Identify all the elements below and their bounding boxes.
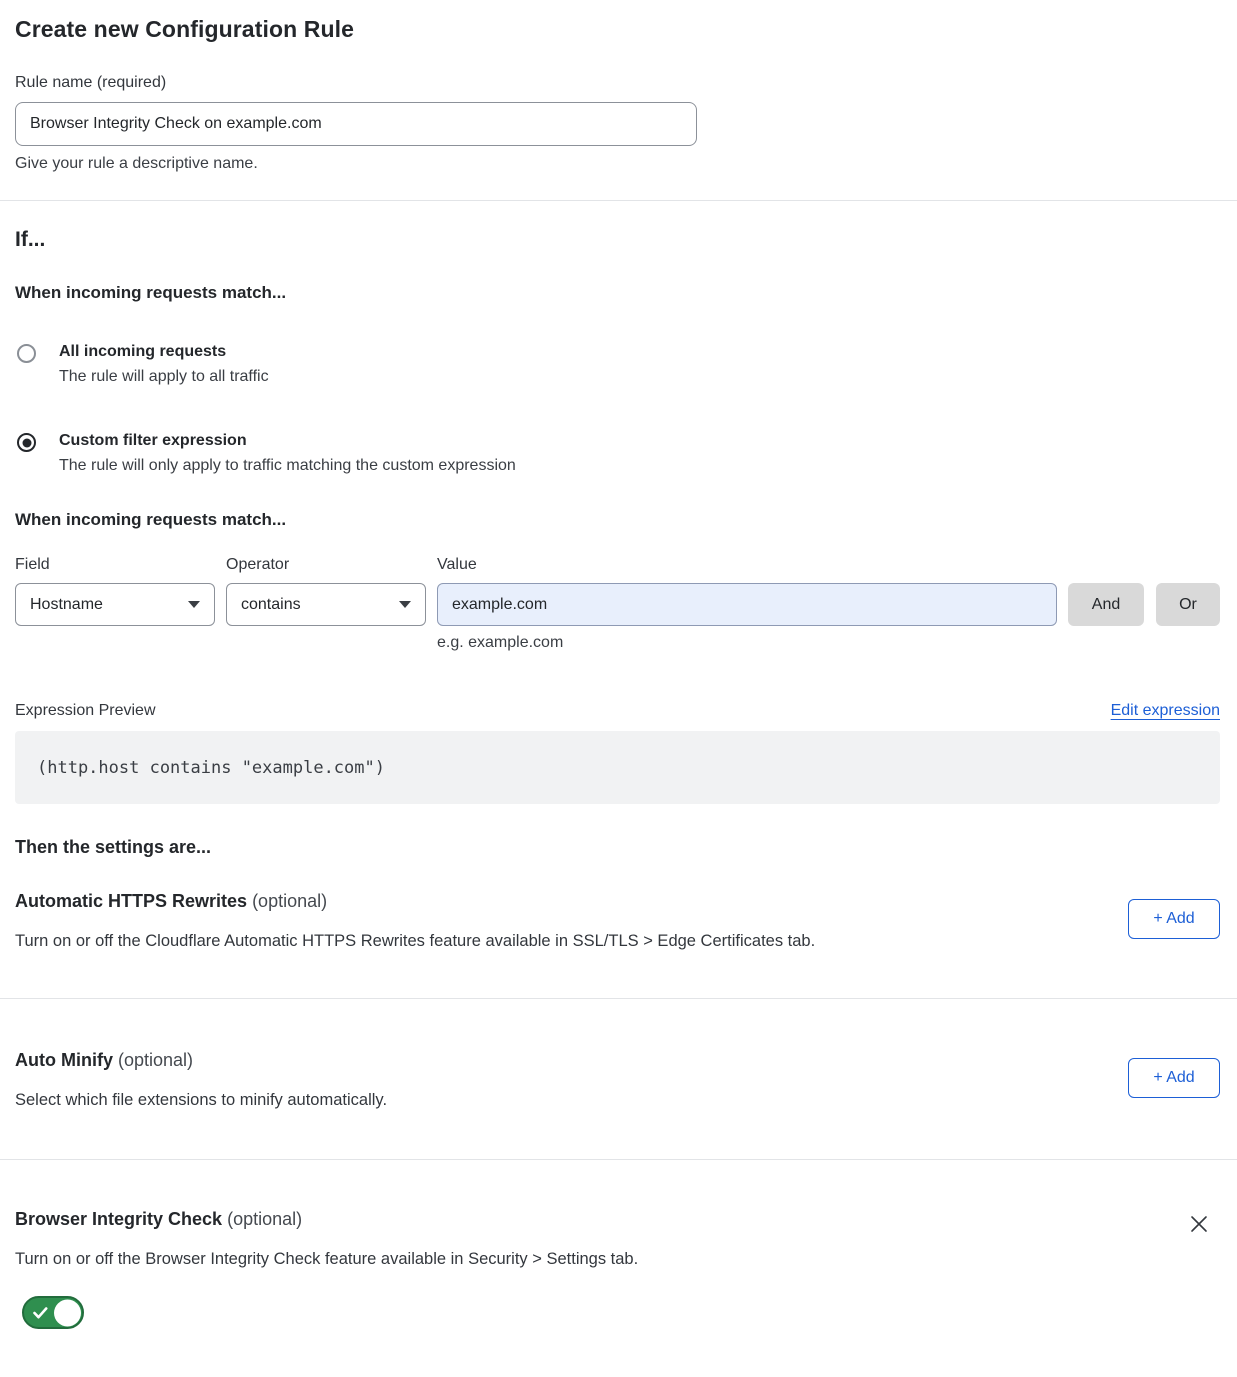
if-heading: If... xyxy=(15,228,1220,252)
setting-description: Turn on or off the Cloudflare Automatic … xyxy=(15,932,815,951)
optional-tag: (optional) xyxy=(252,891,327,911)
match-subheading: When incoming requests match... xyxy=(15,283,1220,303)
value-input[interactable] xyxy=(437,583,1057,626)
setting-title: Browser Integrity Check (optional) xyxy=(15,1209,638,1230)
browser-integrity-check-toggle[interactable] xyxy=(22,1296,84,1329)
section-divider xyxy=(0,998,1237,999)
radio-option-all-incoming-requests[interactable]: All incoming requests The rule will appl… xyxy=(15,343,1220,386)
radio-option-custom-filter-expression[interactable]: Custom filter expression The rule will o… xyxy=(15,432,1220,475)
create-configuration-rule-form: Create new Configuration Rule Rule name … xyxy=(0,0,1237,1329)
setting-title: Automatic HTTPS Rewrites (optional) xyxy=(15,891,815,912)
expression-preview-label: Expression Preview xyxy=(15,702,156,720)
radio-option-description: The rule will only apply to traffic matc… xyxy=(59,457,516,475)
operator-label: Operator xyxy=(226,556,437,574)
chevron-down-icon xyxy=(399,601,411,608)
check-icon xyxy=(33,1307,48,1319)
field-select-value: Hostname xyxy=(30,596,103,614)
section-divider xyxy=(0,200,1237,201)
optional-tag: (optional) xyxy=(118,1050,193,1070)
setting-browser-integrity-check: Browser Integrity Check (optional) Turn … xyxy=(15,1209,1220,1329)
radio-option-description: The rule will apply to all traffic xyxy=(59,368,269,386)
value-label: Value xyxy=(437,556,477,574)
radio-unselected-icon[interactable] xyxy=(17,344,36,363)
edit-expression-link[interactable]: Edit expression xyxy=(1111,702,1220,720)
setting-description: Select which file extensions to minify a… xyxy=(15,1091,387,1110)
setting-automatic-https-rewrites: Automatic HTTPS Rewrites (optional) Turn… xyxy=(15,891,1220,951)
rule-name-help: Give your rule a descriptive name. xyxy=(15,155,1220,173)
rule-name-group: Rule name (required) Give your rule a de… xyxy=(15,74,1220,173)
radio-option-label: All incoming requests xyxy=(59,343,269,361)
add-auto-minify-button[interactable]: + Add xyxy=(1128,1058,1220,1098)
chevron-down-icon xyxy=(188,601,200,608)
setting-description: Turn on or off the Browser Integrity Che… xyxy=(15,1250,638,1269)
then-settings-heading: Then the settings are... xyxy=(15,837,1220,858)
builder-heading: When incoming requests match... xyxy=(15,510,1220,530)
toggle-knob[interactable] xyxy=(54,1299,81,1326)
or-button[interactable]: Or xyxy=(1156,583,1220,626)
close-icon xyxy=(1188,1213,1210,1235)
and-button[interactable]: And xyxy=(1068,583,1144,626)
operator-select-value: contains xyxy=(241,596,301,614)
remove-setting-button[interactable] xyxy=(1188,1213,1210,1235)
section-divider xyxy=(0,1159,1237,1160)
operator-select[interactable]: contains xyxy=(226,583,426,626)
field-select[interactable]: Hostname xyxy=(15,583,215,626)
rule-name-label: Rule name (required) xyxy=(15,74,1220,92)
page-title: Create new Configuration Rule xyxy=(15,16,1220,43)
radio-selected-icon[interactable] xyxy=(17,433,36,452)
rule-name-input[interactable] xyxy=(15,102,697,146)
expression-builder: When incoming requests match... Field Op… xyxy=(15,510,1220,652)
add-automatic-https-rewrites-button[interactable]: + Add xyxy=(1128,899,1220,939)
expression-preview-code: (http.host contains "example.com") xyxy=(15,731,1220,804)
radio-option-label: Custom filter expression xyxy=(59,432,516,450)
value-hint: e.g. example.com xyxy=(437,634,1220,652)
field-label: Field xyxy=(15,556,226,574)
setting-title: Auto Minify (optional) xyxy=(15,1050,387,1071)
optional-tag: (optional) xyxy=(227,1209,302,1229)
setting-auto-minify: Auto Minify (optional) Select which file… xyxy=(15,1050,1220,1110)
